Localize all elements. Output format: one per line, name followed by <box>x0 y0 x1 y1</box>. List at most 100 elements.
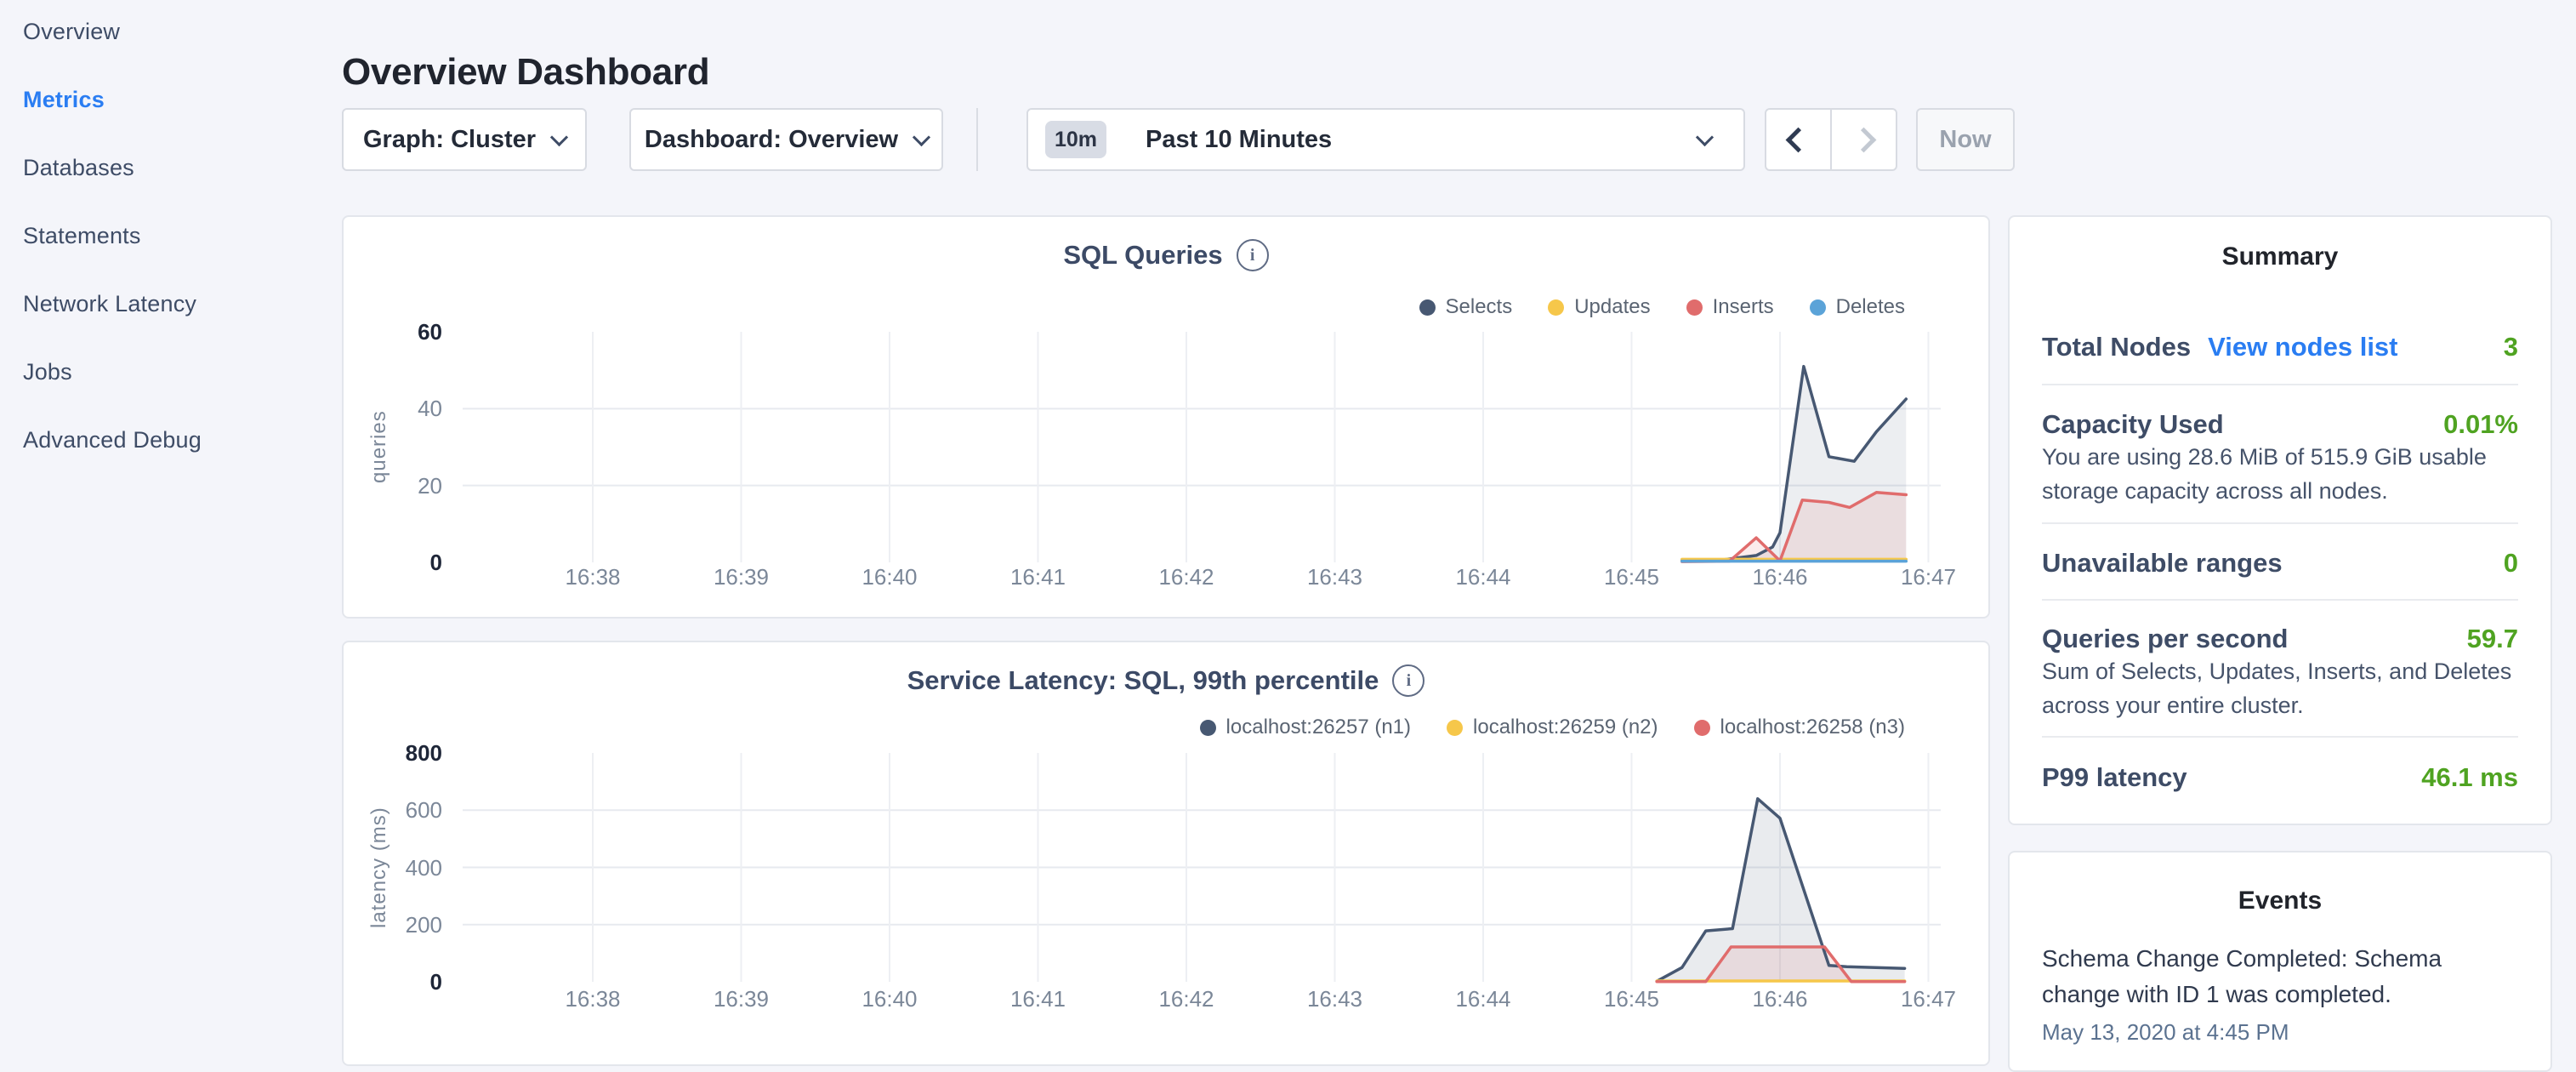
divider <box>2042 522 2518 524</box>
legend-label: localhost:26258 (n3) <box>1720 716 1905 739</box>
y-tick-label: 0 <box>378 969 442 995</box>
event-timestamp: May 13, 2020 at 4:45 PM <box>2042 1019 2289 1046</box>
time-prev-button[interactable] <box>1766 110 1830 169</box>
y-tick-label: 20 <box>378 473 442 499</box>
view-nodes-list-link[interactable]: View nodes list <box>2208 332 2397 362</box>
summary-row: Queries per second 59.7 <box>2042 624 2518 658</box>
summary-row-subtext: Sum of Selects, Updates, Inserts, and De… <box>2042 654 2518 722</box>
sql-queries-chart-card: SQL Queries i Selects Updates Inserts Delet… <box>342 215 1990 619</box>
chart-title: Service Latency: SQL, 99th percentile <box>907 665 1379 696</box>
legend-label: Updates <box>1574 295 1650 319</box>
legend-item[interactable]: localhost:26258 (n3) <box>1694 716 1905 739</box>
x-tick-label: 16:38 <box>533 986 652 1012</box>
sidebar-item-metrics[interactable]: Metrics <box>23 88 312 111</box>
summary-row: Unavailable ranges 0 <box>2042 548 2518 582</box>
y-tick-label: 60 <box>378 319 442 345</box>
legend-item[interactable]: Updates <box>1548 295 1650 319</box>
summary-row-value: 0 <box>2504 548 2518 579</box>
sql-queries-plot <box>344 217 1992 620</box>
divider <box>2042 384 2518 385</box>
time-range-dropdown[interactable]: 10m Past 10 Minutes <box>1026 108 1745 171</box>
x-tick-label: 16:46 <box>1720 564 1840 590</box>
graph-dropdown-label: Graph: Cluster <box>363 126 536 154</box>
x-tick-label: 16:46 <box>1720 986 1840 1012</box>
page-title: Overview Dashboard <box>342 50 709 94</box>
summary-row-label: P99 latency <box>2042 762 2187 792</box>
y-tick-label: 40 <box>378 396 442 421</box>
x-tick-label: 16:38 <box>533 564 652 590</box>
summary-row-value: 0.01% <box>2443 409 2518 440</box>
y-tick-label: 600 <box>378 797 442 823</box>
time-nav-group <box>1765 108 1897 171</box>
time-next-button[interactable] <box>1830 110 1896 169</box>
x-tick-label: 16:44 <box>1424 986 1543 1012</box>
x-tick-label: 16:43 <box>1276 564 1395 590</box>
summary-row: Capacity Used0.01% <box>2042 409 2518 443</box>
sidebar-item-statements[interactable]: Statements <box>23 225 312 248</box>
chevron-right-icon <box>1851 127 1877 152</box>
time-range-label: Past 10 Minutes <box>1146 126 1332 154</box>
chevron-left-icon <box>1786 127 1811 152</box>
info-icon[interactable]: i <box>1237 239 1269 271</box>
sidebar-item-advanced-debug[interactable]: Advanced Debug <box>23 429 312 452</box>
x-tick-label: 16:44 <box>1424 564 1543 590</box>
x-tick-label: 16:45 <box>1572 564 1692 590</box>
sidebar-item-network-latency[interactable]: Network Latency <box>23 293 312 316</box>
dashboard-dropdown[interactable]: Dashboard: Overview <box>629 108 943 171</box>
graph-dropdown[interactable]: Graph: Cluster <box>342 108 587 171</box>
toolbar-divider <box>976 108 978 171</box>
summary-row-subtext: You are using 28.6 MiB of 515.9 GiB usab… <box>2042 440 2518 508</box>
x-tick-label: 16:40 <box>830 564 949 590</box>
x-tick-label: 16:42 <box>1127 986 1246 1012</box>
summary-row-value: 46.1 ms <box>2421 762 2518 793</box>
chart-legend: Selects Updates Inserts Deletes <box>1419 295 1906 319</box>
legend-item[interactable]: Deletes <box>1810 295 1905 319</box>
sidebar-item-overview[interactable]: Overview <box>23 20 312 43</box>
info-icon[interactable]: i <box>1392 664 1424 697</box>
sidebar-nav: Overview Metrics Databases Statements Networ… <box>23 20 312 497</box>
legend-dot-icon <box>1810 299 1826 316</box>
divider <box>2042 599 2518 601</box>
legend-dot-icon <box>1419 299 1436 316</box>
legend-dot-icon <box>1548 299 1564 316</box>
divider <box>2042 736 2518 738</box>
x-tick-label: 16:47 <box>1869 986 1988 1012</box>
summary-row: P99 latency 46.1 ms <box>2042 762 2518 796</box>
legend-dot-icon <box>1200 720 1216 736</box>
y-tick-label: 0 <box>378 550 442 575</box>
dashboard-dropdown-label: Dashboard: Overview <box>645 126 898 154</box>
sidebar-item-jobs[interactable]: Jobs <box>23 361 312 384</box>
legend-item[interactable]: Selects <box>1419 295 1513 319</box>
y-axis-label: queries <box>366 332 393 562</box>
summary-panel: Summary Total NodesView nodes list3Capac… <box>2008 215 2552 825</box>
now-button-label: Now <box>1939 126 1991 154</box>
x-tick-label: 16:41 <box>979 986 1098 1012</box>
x-tick-label: 16:40 <box>830 986 949 1012</box>
event-message[interactable]: Schema Change Completed: Schema change w… <box>2042 941 2518 1012</box>
legend-label: localhost:26257 (n1) <box>1226 716 1411 739</box>
legend-label: Inserts <box>1713 295 1774 319</box>
legend-item[interactable]: localhost:26259 (n2) <box>1447 716 1658 739</box>
x-tick-label: 16:47 <box>1869 564 1988 590</box>
overview-dashboard-page: Overview Metrics Databases Statements Networ… <box>0 0 2576 1052</box>
legend-label: Deletes <box>1836 295 1905 319</box>
summary-row-label: Unavailable ranges <box>2042 548 2283 578</box>
summary-row-value: 59.7 <box>2467 624 2518 654</box>
legend-dot-icon <box>1694 720 1710 736</box>
summary-row: Total NodesView nodes list3 <box>2042 332 2518 366</box>
events-panel: Events Schema Change Completed: Schema c… <box>2008 851 2552 1072</box>
x-tick-label: 16:39 <box>682 986 801 1012</box>
now-button[interactable]: Now <box>1916 108 2015 171</box>
chart-legend: localhost:26257 (n1) localhost:26259 (n2)… <box>1200 716 1905 739</box>
chart-title: SQL Queries <box>1063 240 1222 271</box>
y-tick-label: 200 <box>378 912 442 938</box>
legend-item[interactable]: Inserts <box>1686 295 1774 319</box>
summary-row-label: Total Nodes <box>2042 332 2191 362</box>
legend-item[interactable]: localhost:26257 (n1) <box>1200 716 1411 739</box>
legend-label: localhost:26259 (n2) <box>1473 716 1658 739</box>
y-tick-label: 800 <box>378 740 442 766</box>
sidebar-item-databases[interactable]: Databases <box>23 157 312 180</box>
events-title: Events <box>2010 887 2550 915</box>
summary-row-label: Queries per second <box>2042 624 2288 653</box>
summary-title: Summary <box>2010 242 2550 271</box>
